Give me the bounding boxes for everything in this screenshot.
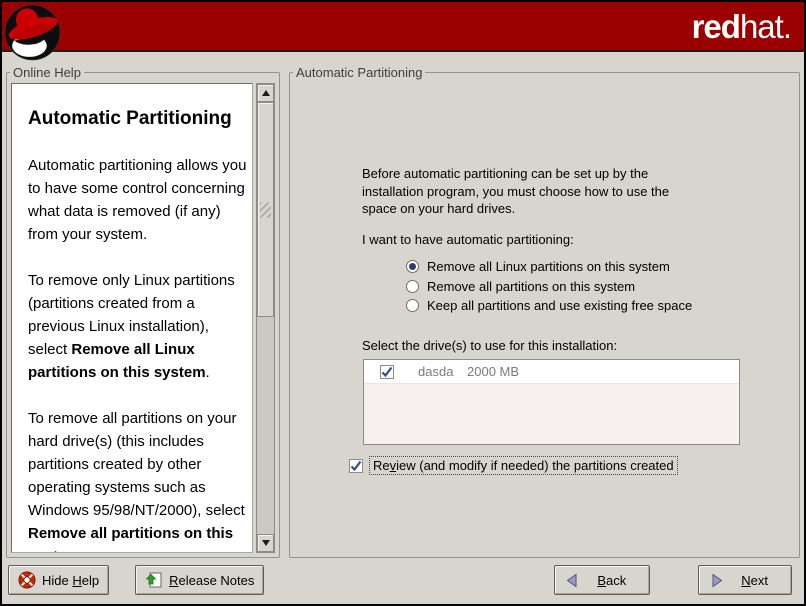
radio-option-label: Keep all partitions and use existing fre… [427, 298, 692, 313]
release-notes-label: Release Notes [169, 573, 254, 588]
radio-unselected-icon[interactable] [406, 299, 419, 312]
header-banner: redhat. [2, 2, 804, 52]
radio-option-label: Remove all Linux partitions on this syst… [427, 259, 670, 274]
automatic-partitioning-frame-label: Automatic Partitioning [293, 65, 425, 80]
help-paragraph: To remove only Linux partitions (partiti… [28, 269, 252, 384]
partitioning-radio-group: Remove all Linux partitions on this syst… [406, 257, 692, 316]
scrollbar-thumb[interactable] [257, 102, 274, 317]
review-checkbox-label[interactable]: Review (and modify if needed) the partit… [369, 456, 678, 475]
installer-window: redhat. Online Help Automatic Partitioni… [0, 0, 806, 606]
content-area: Online Help Automatic Partitioning Autom… [6, 54, 800, 558]
radio-option[interactable]: Remove all Linux partitions on this syst… [406, 257, 692, 277]
scroll-down-button[interactable] [257, 534, 274, 552]
check-icon [350, 460, 362, 472]
footer-button-bar: Hide Help Release Notes Back Next [2, 558, 804, 604]
wordmark-dot: . [783, 8, 791, 45]
help-text: Automatic partitioning allows you to hav… [24, 154, 252, 553]
redhat-shadowman-logo [4, 4, 61, 61]
review-checkbox[interactable] [349, 459, 363, 473]
next-button[interactable]: Next [698, 565, 792, 595]
scrollbar-grip-icon [260, 202, 271, 217]
wordmark-red: red [692, 8, 740, 45]
back-label: Back [587, 573, 640, 588]
scrollbar-trough[interactable] [257, 102, 274, 534]
release-notes-button[interactable]: Release Notes [135, 565, 264, 595]
check-icon [381, 366, 393, 378]
drive-name: dasda [418, 364, 454, 379]
back-button[interactable]: Back [554, 565, 650, 595]
scroll-up-button[interactable] [257, 84, 274, 102]
redhat-wordmark: redhat. [692, 6, 791, 48]
online-help-frame-label: Online Help [10, 65, 84, 80]
radio-option[interactable]: Keep all partitions and use existing fre… [406, 296, 692, 316]
help-paragraph: To remove all partitions on your hard dr… [28, 407, 252, 553]
intro-text: Before automatic partitioning can be set… [362, 165, 700, 218]
wordmark-hat: hat [740, 8, 783, 45]
online-help-frame: Online Help Automatic Partitioning Autom… [6, 65, 280, 558]
help-scrollbar[interactable] [256, 83, 275, 553]
back-arrow-icon [564, 572, 581, 589]
help-title: Automatic Partitioning [28, 108, 252, 130]
help-inner: Automatic Partitioning Automatic partiti… [9, 82, 277, 555]
drives-label: Select the drive(s) to use for this inst… [362, 338, 617, 353]
help-paragraph: Automatic partitioning allows you to hav… [28, 154, 252, 246]
radio-option-label: Remove all partitions on this system [427, 279, 635, 294]
review-partitions-checkbox-row[interactable]: Review (and modify if needed) the partit… [349, 456, 678, 475]
help-viewport: Automatic Partitioning Automatic partiti… [11, 83, 253, 553]
drive-checkbox[interactable] [380, 365, 394, 379]
next-arrow-icon [708, 572, 725, 589]
next-label: Next [731, 573, 782, 588]
up-arrow-icon [262, 90, 270, 96]
radio-option[interactable]: Remove all partitions on this system [406, 277, 692, 297]
radio-unselected-icon[interactable] [406, 280, 419, 293]
hide-help-label: Hide Help [42, 573, 99, 588]
radio-selected-icon[interactable] [406, 260, 419, 273]
lifebuoy-icon [18, 571, 36, 589]
down-arrow-icon [262, 540, 270, 546]
drive-size: 2000 MB [467, 364, 519, 379]
automatic-partitioning-frame: Automatic Partitioning Before automatic … [289, 65, 800, 558]
release-notes-icon [145, 571, 163, 589]
radio-group-label: I want to have automatic partitioning: [362, 232, 574, 247]
drive-list[interactable]: dasda 2000 MB [363, 359, 740, 445]
drive-row[interactable]: dasda 2000 MB [364, 360, 739, 384]
hide-help-button[interactable]: Hide Help [8, 565, 109, 595]
